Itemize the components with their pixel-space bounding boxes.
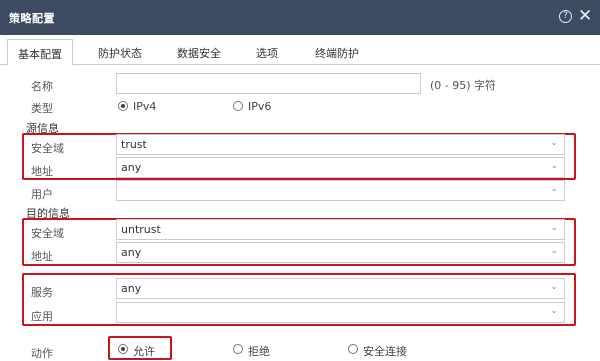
user-label: 用户 (31, 188, 53, 201)
name-length-hint: (0 - 95) 字符 (430, 79, 497, 92)
destination-zone-label: 安全域 (31, 227, 64, 240)
secure-connect-label: 安全连接 (363, 345, 407, 358)
ipv4-label: IPv4 (133, 100, 157, 113)
source-address-value: any (121, 161, 142, 174)
tab-endpoint-protection[interactable]: 终端防护 (315, 45, 359, 61)
ipv6-radio[interactable] (233, 101, 243, 111)
source-address-label: 地址 (31, 165, 53, 178)
name-input[interactable] (116, 73, 421, 94)
help-icon[interactable]: ? (559, 10, 572, 23)
dialog-title: 策略配置 (9, 12, 55, 25)
service-select[interactable]: any ⌄ (116, 278, 565, 299)
destination-zone-select[interactable]: untrust ⌄ (116, 219, 565, 240)
tab-protection-status[interactable]: 防护状态 (98, 45, 142, 61)
tab-basic-config[interactable]: 基本配置 (7, 39, 73, 66)
allow-label: 允许 (133, 345, 155, 358)
name-label: 名称 (31, 80, 53, 93)
application-label: 应用 (31, 310, 53, 323)
deny-radio[interactable] (233, 344, 243, 354)
tab-options[interactable]: 选项 (256, 45, 278, 61)
application-select[interactable]: ⌄ (116, 302, 565, 323)
chevron-down-icon: ⌄ (550, 138, 558, 148)
secure-connect-radio[interactable] (348, 344, 358, 354)
chevron-down-icon: ⌄ (550, 246, 558, 256)
destination-zone-value: untrust (121, 223, 161, 236)
chevron-down-icon: ⌄ (550, 223, 558, 233)
source-zone-label: 安全域 (31, 142, 64, 155)
destination-address-label: 地址 (31, 250, 53, 263)
service-value: any (121, 282, 142, 295)
ipv4-radio[interactable] (118, 101, 128, 111)
chevron-down-icon: ⌄ (550, 161, 558, 171)
allow-radio[interactable] (118, 344, 128, 354)
action-label: 动作 (31, 347, 53, 360)
source-zone-value: trust (121, 138, 147, 151)
source-address-select[interactable]: any ⌄ (116, 157, 565, 178)
tab-bar: 基本配置 防护状态 数据安全 选项 终端防护 (0, 35, 600, 66)
source-zone-select[interactable]: trust ⌄ (116, 134, 565, 155)
dialog-titlebar: 策略配置 ? ✕ (0, 0, 600, 35)
tab-data-security[interactable]: 数据安全 (177, 45, 221, 61)
deny-label: 拒绝 (248, 345, 270, 358)
destination-address-value: any (121, 246, 142, 259)
user-select[interactable]: ⌄ (116, 180, 565, 201)
type-label: 类型 (31, 102, 53, 115)
close-icon[interactable]: ✕ (578, 6, 592, 26)
service-label: 服务 (31, 286, 53, 299)
destination-address-select[interactable]: any ⌄ (116, 242, 565, 263)
ipv6-label: IPv6 (248, 100, 272, 113)
chevron-down-icon: ⌄ (550, 306, 558, 316)
chevron-down-icon: ⌄ (550, 282, 558, 292)
chevron-down-icon: ⌄ (550, 184, 558, 194)
